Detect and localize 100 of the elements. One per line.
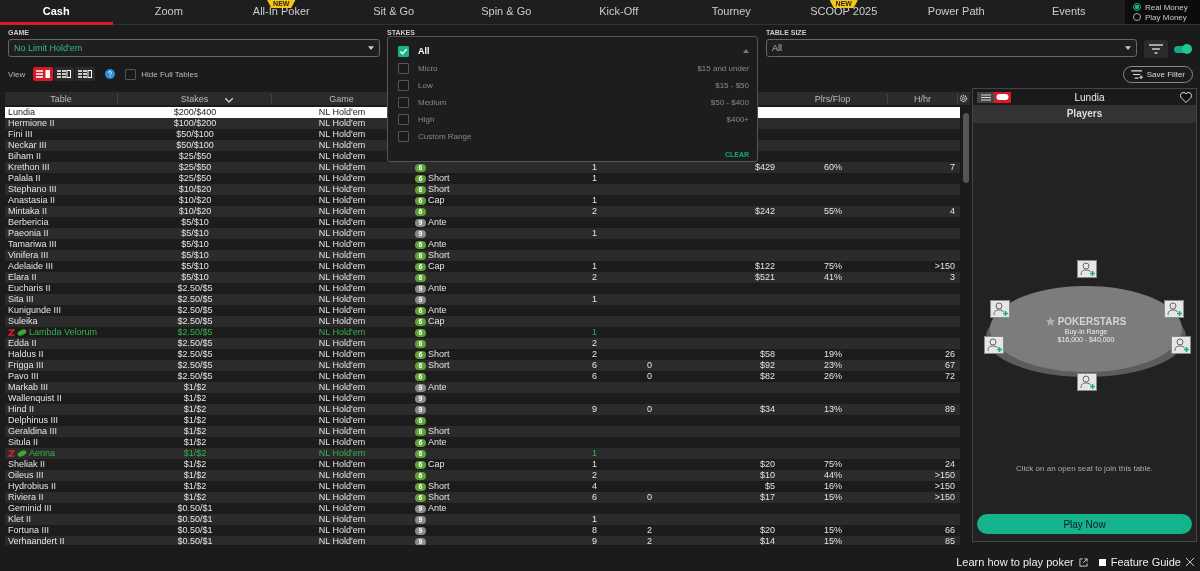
table-cell: 4 xyxy=(592,481,597,492)
table-cell: $2.50/$5 xyxy=(177,294,213,305)
table-cell: NL Hold'em xyxy=(318,382,366,393)
table-cell: $17 xyxy=(759,492,775,503)
table-cell: 7 xyxy=(950,162,955,173)
table-cell: 67 xyxy=(945,360,955,371)
table-name: Edda II xyxy=(8,338,37,349)
table-name: Neckar III xyxy=(8,140,47,151)
table-cell: $0.50/$1 xyxy=(177,525,213,536)
table-cell: 75% xyxy=(824,261,842,272)
table-cell: NL Hold'em xyxy=(318,206,366,217)
table-type-label: Short xyxy=(428,426,450,437)
table-cell: 60% xyxy=(824,162,842,173)
table-name: Hermione II xyxy=(8,118,55,129)
table-name: Hind II xyxy=(8,404,34,415)
table-cell: 2 xyxy=(592,272,597,283)
table-type-label: Ante xyxy=(428,239,447,250)
table-cell: NL Hold'em xyxy=(318,129,366,140)
table-type-label: Cap xyxy=(428,459,445,470)
table-name: Frigga III xyxy=(8,360,44,371)
table-name: Haldus II xyxy=(8,349,44,360)
table-name: Lambda Velorum xyxy=(29,327,98,338)
table-name: Sita III xyxy=(8,294,34,305)
table-cell: NL Hold'em xyxy=(318,338,366,349)
table-name: Elara II xyxy=(8,272,37,283)
table-cell: NL Hold'em xyxy=(318,173,366,184)
table-cell: NL Hold'em xyxy=(318,503,366,514)
table-cell: $5/$10 xyxy=(181,217,209,228)
table-cell: 4 xyxy=(950,206,955,217)
table-cell: $0.50/$1 xyxy=(177,536,213,545)
table-type-label: Ante xyxy=(428,305,447,316)
table-cell: $25/$50 xyxy=(178,151,212,162)
table-cell: NL Hold'em xyxy=(318,250,366,261)
table-cell: 85 xyxy=(945,536,955,545)
table-cell: 2 xyxy=(592,470,597,481)
table-name: Situla II xyxy=(8,437,38,448)
table-cell: 44% xyxy=(824,470,842,481)
table-cell: $2.50/$5 xyxy=(177,371,213,382)
table-cell: NL Hold'em xyxy=(318,107,366,118)
table-name: Fortuna III xyxy=(8,525,50,536)
table-type-label: Cap xyxy=(428,316,445,327)
table-cell: $200/$400 xyxy=(173,107,217,118)
table-cell: 0 xyxy=(647,360,652,371)
table-cell: $34 xyxy=(759,404,775,415)
table-cell: $82 xyxy=(759,371,775,382)
table-cell: NL Hold'em xyxy=(318,316,366,327)
table-cell: $1/$2 xyxy=(183,481,207,492)
table-cell: NL Hold'em xyxy=(318,283,366,294)
table-cell: NL Hold'em xyxy=(318,393,366,404)
table-name: Adelaide III xyxy=(8,261,54,272)
table-cell: NL Hold'em xyxy=(318,184,366,195)
table-cell: 15% xyxy=(824,525,842,536)
table-name: Fini III xyxy=(8,129,33,140)
table-cell: NL Hold'em xyxy=(318,470,366,481)
table-name: Wallenquist II xyxy=(8,393,62,404)
table-cell: $2.50/$5 xyxy=(177,305,213,316)
table-cell: $1/$2 xyxy=(183,404,207,415)
table-name: Delphinus III xyxy=(8,415,59,426)
table-cell: NL Hold'em xyxy=(318,481,366,492)
table-cell: NL Hold'em xyxy=(318,294,366,305)
table-cell: 13% xyxy=(824,404,842,415)
section-header: Players xyxy=(973,105,1196,123)
table-cell: NL Hold'em xyxy=(318,228,366,239)
table-cell: $122 xyxy=(754,261,775,272)
logo-text: POKERSTARS xyxy=(1057,315,1127,327)
table-cell: NL Hold'em xyxy=(318,437,366,448)
table-cell: NL Hold'em xyxy=(318,272,366,283)
table-cell: NL Hold'em xyxy=(318,349,366,360)
table-name: Hydrobius II xyxy=(8,481,57,492)
table-type-label: Short xyxy=(428,349,450,360)
table-cell: 41% xyxy=(824,272,842,283)
table-cell: NL Hold'em xyxy=(318,261,366,272)
table-cell: $1/$2 xyxy=(183,448,207,459)
table-cell: 1 xyxy=(592,459,597,470)
table-cell: 16% xyxy=(824,481,842,492)
table-name: Biham II xyxy=(8,151,41,162)
table-name: Geraldina III xyxy=(8,426,58,437)
table-cell: NL Hold'em xyxy=(318,371,366,382)
table-cell: $25/$50 xyxy=(178,173,212,184)
table-cell: $2.50/$5 xyxy=(177,327,213,338)
table-cell: 1 xyxy=(592,294,597,305)
table-cell: 1 xyxy=(592,162,597,173)
table-cell: $58 xyxy=(759,349,775,360)
table-cell: 75% xyxy=(824,459,842,470)
table-cell: NL Hold'em xyxy=(318,239,366,250)
table-cell: $1/$2 xyxy=(183,492,207,503)
table-cell: $2.50/$5 xyxy=(177,283,213,294)
table-cell: $10 xyxy=(759,470,775,481)
table-cell: $14 xyxy=(759,536,775,545)
table-cell: $10/$20 xyxy=(178,184,212,195)
table-type-label: Short xyxy=(428,250,450,261)
option-range: $400+ xyxy=(726,115,749,124)
table-name: Eucharis II xyxy=(8,283,51,294)
table-cell: 2 xyxy=(592,206,597,217)
table-cell: NL Hold'em xyxy=(318,536,366,545)
table-cell: $10/$20 xyxy=(178,195,212,206)
table-type-label: Ante xyxy=(428,382,447,393)
table-cell: $242 xyxy=(754,206,775,217)
table-name: Pavo III xyxy=(8,371,39,382)
table-cell: NL Hold'em xyxy=(318,162,366,173)
